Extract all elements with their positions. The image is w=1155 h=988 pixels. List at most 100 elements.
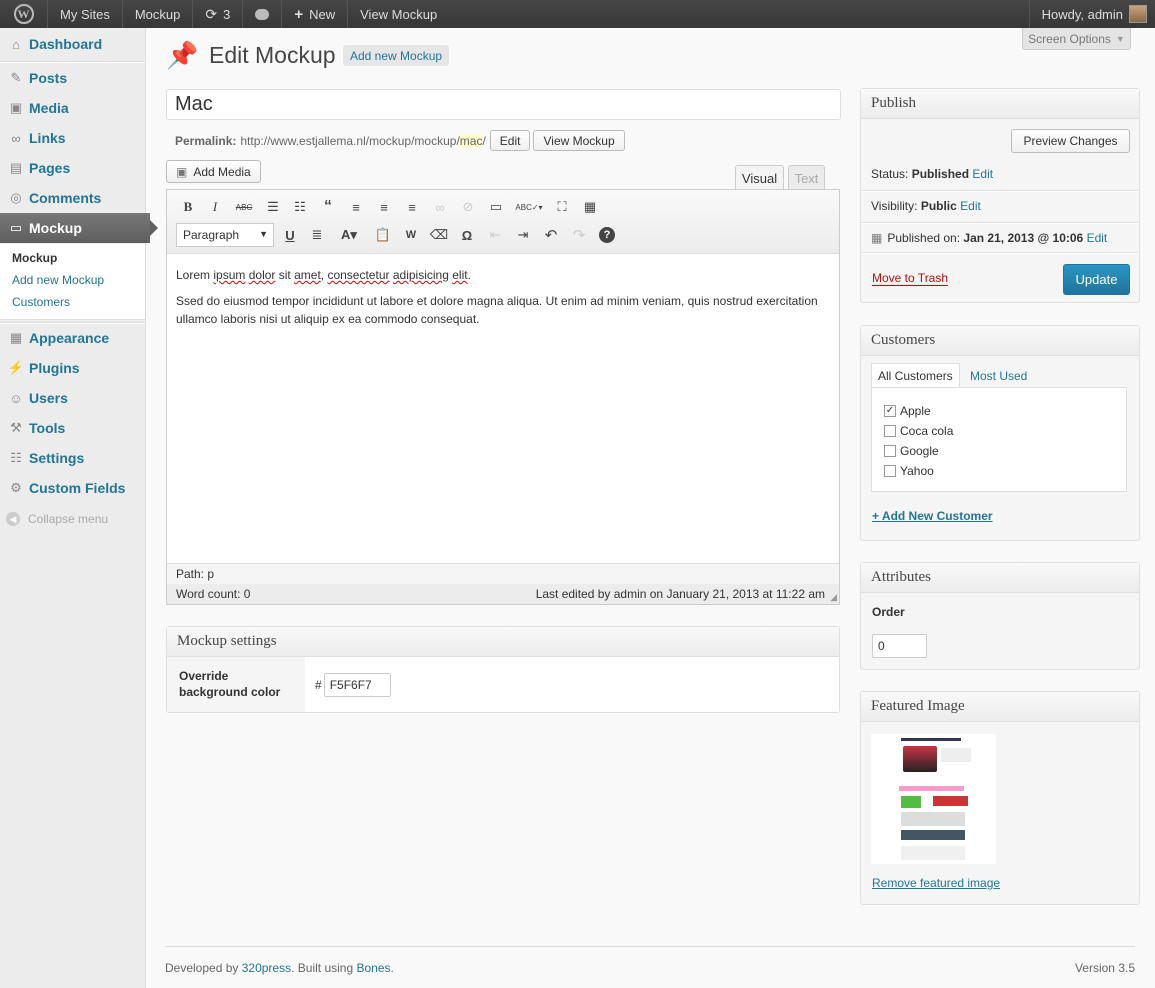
format-select[interactable]: Paragraph ▼: [176, 223, 274, 247]
editor-content[interactable]: Lorem ipsum dolor sit amet, consectetur …: [176, 266, 826, 336]
undo-icon[interactable]: ↶: [541, 225, 561, 245]
italic-icon[interactable]: I: [205, 197, 225, 217]
screen-options-button[interactable]: Screen Options ▼: [1022, 28, 1131, 50]
customer-checkbox-google[interactable]: Google: [884, 444, 939, 458]
link-icon[interactable]: ∞: [430, 197, 450, 217]
post-title-input[interactable]: Mac: [166, 89, 841, 120]
add-media-button[interactable]: ▣ Add Media: [166, 160, 261, 183]
edit-status-link[interactable]: Edit: [972, 167, 993, 181]
redo-icon[interactable]: ↷: [569, 225, 589, 245]
permalink-end: /: [482, 133, 486, 148]
add-new-customer-link[interactable]: + Add New Customer: [872, 509, 993, 523]
wp-logo-menu[interactable]: W: [0, 0, 48, 28]
bullet-list-icon[interactable]: ☰: [263, 197, 283, 217]
menu-appearance[interactable]: ▦ Appearance: [0, 323, 145, 353]
new-content-link[interactable]: + New: [282, 0, 349, 28]
version-label: Version 3.5: [1074, 961, 1135, 975]
special-char-icon[interactable]: Ω: [457, 225, 477, 245]
customer-checkbox-coca-cola[interactable]: Coca cola: [884, 424, 953, 438]
blockquote-icon[interactable]: “: [318, 197, 338, 217]
order-input[interactable]: 0: [872, 634, 927, 658]
updates-link[interactable]: ⟳ 3: [193, 0, 244, 28]
edit-date-link[interactable]: Edit: [1087, 231, 1108, 245]
tab-visual[interactable]: Visual: [735, 165, 784, 190]
menu-tools[interactable]: ⚒ Tools: [0, 413, 145, 443]
my-sites-link[interactable]: My Sites: [48, 0, 123, 28]
new-label: New: [309, 6, 336, 22]
box-title: Customers: [861, 326, 1139, 356]
collapse-menu-button[interactable]: ◀ Collapse menu: [6, 512, 108, 526]
align-right-icon[interactable]: ≡: [402, 197, 422, 217]
preview-changes-button[interactable]: Preview Changes: [1011, 129, 1130, 153]
paste-word-icon[interactable]: W: [401, 225, 421, 245]
spellcheck-icon[interactable]: ABC✓▾: [514, 197, 544, 217]
settings-row: Override background color # F5F6F7: [167, 657, 839, 712]
menu-label: Mockup: [29, 220, 82, 236]
paste-text-icon[interactable]: 📋: [373, 225, 393, 245]
tab-most-used[interactable]: Most Used: [964, 363, 1033, 388]
account-menu[interactable]: Howdy, admin: [1028, 0, 1155, 28]
move-to-trash-link[interactable]: Move to Trash: [872, 271, 949, 286]
view-mockup-button[interactable]: View Mockup: [533, 130, 625, 151]
tab-all-customers[interactable]: All Customers: [871, 363, 960, 388]
indent-icon[interactable]: ⇥: [513, 225, 533, 245]
strikethrough-icon[interactable]: ABC: [234, 197, 254, 217]
menu-custom-fields[interactable]: ⚙ Custom Fields: [0, 473, 145, 503]
outdent-icon[interactable]: ⇤: [485, 225, 505, 245]
bones-link[interactable]: Bones: [356, 961, 390, 975]
customer-checkbox-yahoo[interactable]: Yahoo: [884, 464, 934, 478]
align-left-icon[interactable]: ≡: [346, 197, 366, 217]
320press-link[interactable]: 320press: [242, 961, 291, 975]
menu-pages[interactable]: ▤ Pages: [0, 153, 145, 183]
add-new-mockup-button[interactable]: Add new Mockup: [343, 45, 450, 66]
format-value: Paragraph: [183, 228, 240, 242]
permalink-label: Permalink:: [175, 133, 237, 148]
menu-users[interactable]: ☺ Users: [0, 383, 145, 413]
justify-icon[interactable]: ≣: [307, 225, 327, 245]
menu-links[interactable]: ∞ Links: [0, 123, 145, 153]
site-name-link[interactable]: Mockup: [123, 0, 194, 28]
view-mockup-link[interactable]: View Mockup: [348, 0, 449, 28]
featured-image-thumbnail[interactable]: [871, 734, 996, 864]
calendar-icon: ▦: [871, 231, 883, 245]
comments-link[interactable]: [243, 0, 283, 28]
help-icon[interactable]: ?: [597, 225, 617, 245]
unlink-icon[interactable]: ⊘: [458, 197, 478, 217]
submenu-item-customers[interactable]: Customers: [12, 295, 70, 309]
edit-visibility-link[interactable]: Edit: [960, 199, 981, 213]
paragraph: Ssed do eiusmod tempor incididunt ut lab…: [176, 294, 818, 326]
align-center-icon[interactable]: ≡: [374, 197, 394, 217]
eraser-icon[interactable]: ⌫: [429, 225, 449, 245]
remove-featured-image-link[interactable]: Remove featured image: [872, 876, 1000, 890]
fullscreen-icon[interactable]: ⛶: [552, 197, 572, 217]
status-value: Published: [911, 167, 970, 181]
customer-checklist: ✓ Apple Coca cola Google Yahoo: [871, 387, 1127, 492]
media-icon: ▣: [9, 100, 23, 115]
text-color-icon[interactable]: A▾: [334, 225, 364, 245]
update-button[interactable]: Update: [1063, 264, 1130, 295]
kitchen-sink-icon[interactable]: ▦: [580, 197, 600, 217]
resize-handle-icon[interactable]: ◢: [830, 592, 837, 603]
numbered-list-icon[interactable]: ☷: [290, 197, 310, 217]
permalink-slug[interactable]: mac: [459, 133, 483, 148]
edit-permalink-button[interactable]: Edit: [489, 130, 531, 151]
tab-text[interactable]: Text: [788, 165, 825, 190]
bold-icon[interactable]: B: [178, 197, 198, 217]
thumb-block: [933, 796, 968, 806]
insert-more-icon[interactable]: ▭: [486, 197, 506, 217]
pages-icon: ▤: [9, 160, 23, 175]
submenu-item-mockup[interactable]: Mockup: [12, 251, 57, 265]
menu-mockup[interactable]: ▭ Mockup: [0, 213, 158, 243]
menu-plugins[interactable]: ⚡ Plugins: [0, 353, 145, 383]
submenu-item-add-new[interactable]: Add new Mockup: [12, 273, 104, 287]
customer-checkbox-apple[interactable]: ✓ Apple: [884, 404, 931, 418]
menu-label: Comments: [29, 190, 102, 206]
menu-media[interactable]: ▣ Media: [0, 93, 145, 123]
menu-comments[interactable]: ◎ Comments: [0, 183, 145, 213]
underline-icon[interactable]: U: [280, 225, 300, 245]
menu-settings[interactable]: ☷ Settings: [0, 443, 145, 473]
menu-dashboard[interactable]: ⌂ Dashboard: [0, 29, 145, 59]
updates-count: 3: [223, 6, 231, 22]
background-color-input[interactable]: F5F6F7: [323, 672, 391, 697]
menu-posts[interactable]: ✎ Posts: [0, 63, 145, 93]
